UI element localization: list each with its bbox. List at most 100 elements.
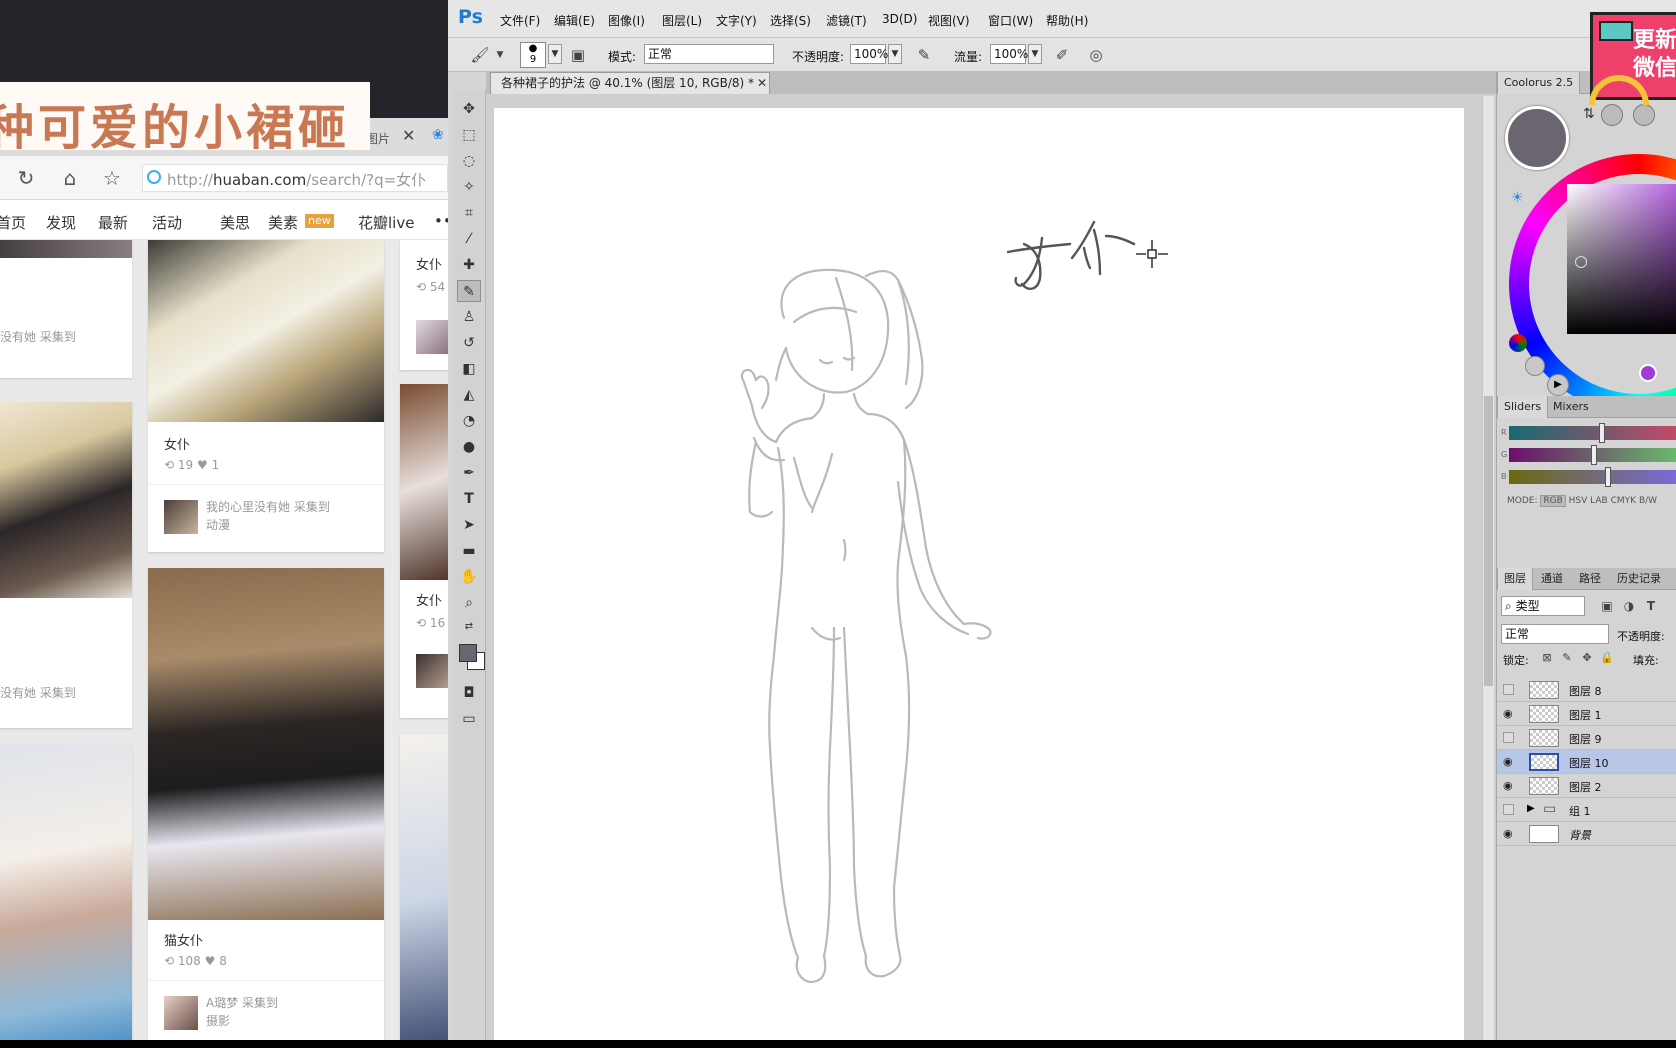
pin-image[interactable] [148,240,384,422]
layer-row[interactable]: ◉ 图层 1 [1497,702,1676,726]
mode-rgb[interactable]: RGB [1540,495,1566,507]
menu-layer[interactable]: 图层(L) [662,12,702,29]
tab-history[interactable]: 历史记录 [1611,568,1667,590]
lasso-tool-icon[interactable]: ◌ [457,150,481,172]
lock-transparent-icon[interactable]: ⊠ [1537,648,1557,668]
pen-tool-icon[interactable]: ✒ [457,462,481,484]
chevron-down-icon[interactable]: ▼ [888,44,902,64]
tab-close-icon[interactable]: ✕ [402,126,415,145]
board-thumb[interactable] [416,320,448,354]
menu-3d[interactable]: 3D(D) [882,12,917,26]
nav-events[interactable]: 活动 [152,212,182,233]
nav-discover[interactable]: 发现 [46,212,76,233]
brush-panel-icon[interactable]: ▣ [568,45,588,65]
drawing-canvas[interactable] [494,108,1464,1040]
menu-help[interactable]: 帮助(H) [1046,12,1088,29]
opacity-field[interactable]: 100% [850,44,888,64]
pin-card[interactable]: 女仆 ⟲ 16 [400,384,448,718]
blue-slider[interactable] [1509,467,1676,487]
blend-mode-select[interactable]: 正常 [644,44,774,64]
board-thumb[interactable] [164,996,198,1030]
tab-coolorus[interactable]: Coolorus 2.5 [1497,72,1581,94]
path-select-icon[interactable]: ➤ [457,514,481,536]
swap-colors-icon[interactable]: ⇄ [457,616,481,638]
tab-channels[interactable]: 通道 [1535,568,1569,590]
chevron-down-icon[interactable]: ▼ [490,45,510,65]
wheel-button-icon[interactable] [1525,356,1545,376]
eye-icon[interactable]: ◉ [1503,828,1515,840]
pin-card[interactable]: 没有她 采集到 [0,402,132,728]
pin-image[interactable] [0,240,132,258]
pin-image[interactable] [0,744,132,1048]
star-icon[interactable]: ☆ [100,166,124,190]
airbrush-icon[interactable]: ✐ [1052,45,1072,65]
quick-mask-icon[interactable]: ◘ [457,682,481,704]
brightness-handle[interactable] [1639,364,1657,382]
more-icon[interactable]: ••• [434,212,448,230]
layer-group-row[interactable]: ▶ ▭ 组 1 [1497,798,1676,822]
chevron-down-icon[interactable]: ▼ [548,44,562,64]
visibility-toggle[interactable] [1503,804,1514,815]
sun-icon[interactable]: ☀ [1511,190,1524,206]
magic-wand-icon[interactable]: ✧ [457,176,481,198]
lock-all-icon[interactable]: 🔒 [1597,648,1617,668]
hand-tool-icon[interactable]: ✋ [457,566,481,588]
address-bar[interactable]: http://huaban.com/search/?q=女仆 [142,164,448,192]
brush-tool-icon[interactable]: 🖌 [470,45,490,65]
pin-card[interactable]: 女仆 ⟲ 54 [400,240,448,370]
paint-bucket-icon[interactable]: ◭ [457,384,481,406]
mode-lab[interactable]: LAB [1590,496,1608,506]
image-filter-icon[interactable]: ▣ [1597,596,1617,616]
mode-wheel-icon[interactable] [1509,334,1527,352]
menu-file[interactable]: 文件(F) [500,12,540,29]
close-icon[interactable]: ✕ [757,73,767,93]
pin-image[interactable] [400,734,448,1048]
color-picker-handle[interactable] [1575,256,1587,268]
nav-meisi[interactable]: 美思 [220,212,250,233]
nav-live[interactable]: 花瓣live [358,212,414,233]
swap-icon[interactable]: ⇅ [1583,106,1595,122]
expand-arrow-icon[interactable]: ▶ [1527,803,1535,814]
brush-tool-icon[interactable]: ✎ [457,280,481,302]
history-brush-icon[interactable]: ↺ [457,332,481,354]
flow-field[interactable]: 100% [990,44,1028,64]
tab-layers[interactable]: 图层 [1497,568,1533,590]
eraser-tool-icon[interactable]: ◧ [457,358,481,380]
play-icon[interactable]: ▶ [1547,374,1569,396]
nav-latest[interactable]: 最新 [98,212,128,233]
red-slider[interactable] [1509,423,1676,443]
pressure-size-icon[interactable]: ◎ [1086,45,1106,65]
pressure-opacity-icon[interactable]: ✎ [914,45,934,65]
nav-meisu[interactable]: 美素 [268,212,298,233]
pin-card[interactable]: 没有她 采集到 [0,240,132,378]
lock-pixels-icon[interactable]: ✎ [1557,648,1577,668]
eyedropper-icon[interactable]: ⁄ [457,228,481,250]
document-tab[interactable]: 各种裙子的护法 @ 40.1% (图层 10, RGB/8) * ✕ [490,72,770,94]
layer-row[interactable]: 图层 9 [1497,726,1676,750]
pin-image[interactable] [148,568,384,920]
reload-icon[interactable]: ↻ [14,166,38,190]
pin-card[interactable]: 猫女仆 ⟲ 108 ♥ 8 A璐梦 采集到 摄影 [148,568,384,1048]
healing-brush-icon[interactable]: ✚ [457,254,481,276]
dodge-tool-icon[interactable]: ● [457,436,481,458]
preset-dial-icon[interactable] [1601,104,1623,126]
layer-filter-select[interactable]: ⌕ 类型 [1501,596,1585,616]
marquee-tool-icon[interactable]: ⬚ [457,124,481,146]
zoom-tool-icon[interactable]: ⌕ [457,592,481,614]
pin-card[interactable] [0,744,132,1048]
vertical-scrollbar[interactable] [1482,96,1494,1040]
layer-row[interactable]: ◉ 背景 [1497,822,1676,846]
lock-position-icon[interactable]: ✥ [1577,648,1597,668]
menu-image[interactable]: 图像(I) [608,12,645,29]
menu-filter[interactable]: 滤镜(T) [826,12,867,29]
move-tool-icon[interactable]: ✥ [457,98,481,120]
tab-sliders[interactable]: Sliders [1497,396,1549,418]
slider-handle[interactable] [1599,423,1605,443]
scrollbar-thumb[interactable] [1484,396,1493,686]
tab-paths[interactable]: 路径 [1573,568,1607,590]
slider-handle[interactable] [1591,445,1597,465]
tab-mixers[interactable]: Mixers [1547,396,1595,418]
pin-card[interactable] [400,734,448,1048]
menu-view[interactable]: 视图(V) [928,12,970,29]
board-thumb[interactable] [164,500,198,534]
